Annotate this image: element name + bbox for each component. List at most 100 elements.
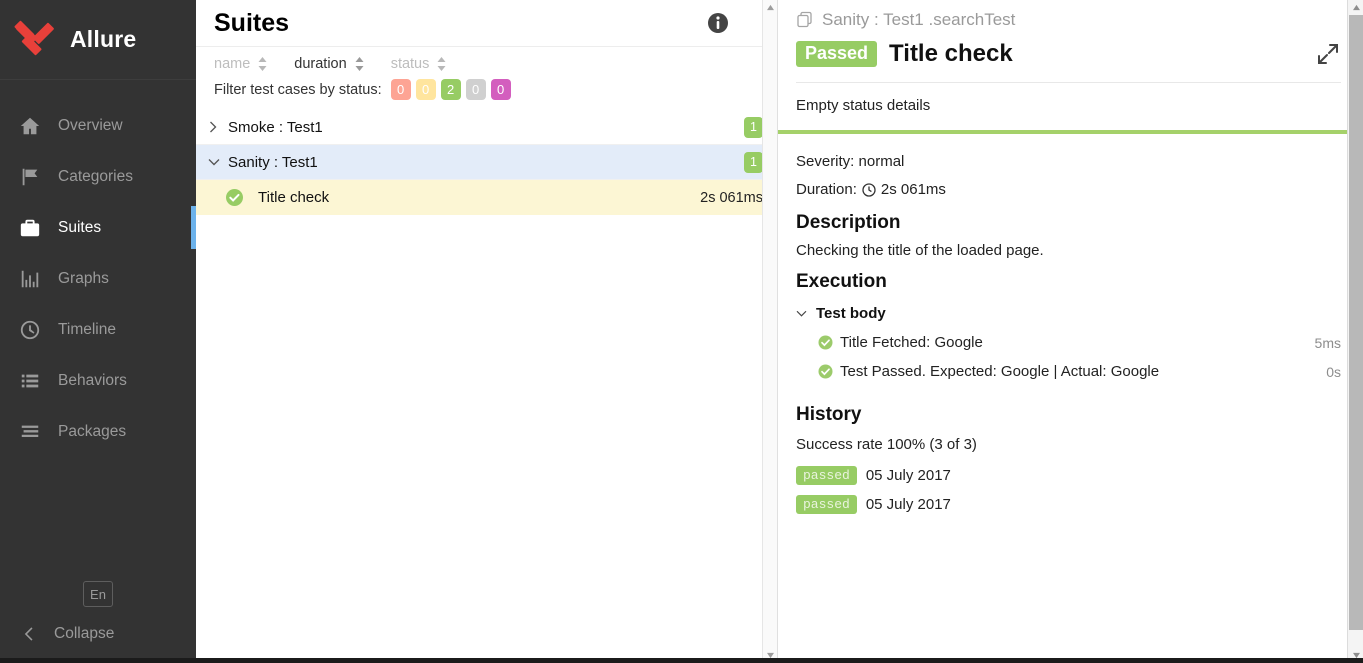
suites-header: Suites — [196, 0, 777, 47]
sort-controls: name duration status — [196, 47, 777, 76]
chevron-right-icon — [208, 121, 222, 133]
tree-scrollbar[interactable] — [762, 0, 777, 663]
sidebar-item-categories[interactable]: Categories — [0, 151, 196, 202]
brand[interactable]: Allure — [0, 0, 196, 80]
history-heading: History — [796, 404, 862, 425]
sort-by-status[interactable]: status — [391, 56, 448, 72]
copy-icon[interactable] — [796, 11, 814, 29]
suite-label: Sanity : Test1 — [228, 153, 318, 171]
table-row[interactable]: Sanity : Test1 1 — [196, 145, 777, 180]
list-item[interactable]: Title check 2s 061ms — [196, 180, 777, 215]
status-badge: Passed — [796, 41, 878, 67]
sidebar-item-suites[interactable]: Suites — [0, 202, 196, 253]
collapse-label: Collapse — [54, 625, 115, 642]
flag-icon — [18, 165, 42, 189]
filter-badge-unknown[interactable]: 0 — [490, 79, 511, 100]
duration-value: 2s 061ms — [880, 181, 946, 198]
status-badge: 1 — [744, 151, 763, 173]
clock-icon — [18, 318, 42, 342]
test-title-row: Passed Title check — [796, 30, 1341, 82]
status-badge: passed — [796, 495, 857, 514]
breadcrumb-text: Sanity : Test1 .searchTest — [822, 10, 1016, 29]
suites-tree: Smoke : Test1 1 Sanity : Test1 1 Title c… — [196, 110, 777, 663]
filter-badge-failed[interactable]: 0 — [390, 79, 411, 100]
language-selector[interactable]: En — [83, 581, 113, 607]
duration-label: Duration: — [796, 181, 857, 198]
status-passed-icon — [226, 189, 243, 206]
severity-text: Severity: normal — [796, 153, 905, 170]
expand-icon[interactable] — [1315, 41, 1341, 67]
sidebar-nav: Overview Categories Suites Graphs Timeli… — [0, 100, 196, 457]
sidebar-item-overview[interactable]: Overview — [0, 100, 196, 151]
test-meta: Severity: normal Duration: 2s 061ms — [796, 134, 1341, 206]
list-item[interactable]: Test Passed. Expected: Google | Actual: … — [796, 357, 1341, 386]
status-passed-icon — [818, 335, 833, 350]
test-body-label: Test body — [816, 305, 886, 322]
sidebar-item-label: Packages — [58, 422, 127, 440]
status-details-text: Empty status details — [796, 97, 931, 114]
list-icon — [18, 369, 42, 393]
status-filter-bar: Filter test cases by status: 0 0 2 0 0 — [196, 76, 777, 110]
scrollbar-thumb[interactable] — [1349, 15, 1363, 630]
collapse-button[interactable]: Collapse — [0, 625, 114, 643]
home-icon — [18, 114, 42, 138]
bar-chart-icon — [18, 267, 42, 291]
table-row[interactable]: Smoke : Test1 1 — [196, 110, 777, 145]
chevron-left-icon — [22, 626, 38, 642]
sort-by-duration[interactable]: duration — [294, 56, 364, 72]
info-icon[interactable] — [707, 12, 729, 34]
step-text: Title Fetched: Google — [840, 334, 983, 351]
duration-line: Duration: 2s 061ms — [796, 178, 1341, 206]
severity-line: Severity: normal — [796, 150, 1341, 178]
step-duration: 5ms — [1314, 334, 1341, 351]
sidebar-item-label: Graphs — [58, 269, 109, 287]
test-case-label: Title check — [258, 189, 330, 206]
brand-name: Allure — [70, 26, 137, 52]
chevron-updown-icon — [257, 56, 268, 72]
list-item[interactable]: Title Fetched: Google 5ms — [796, 328, 1341, 357]
test-body-toggle[interactable]: Test body — [796, 301, 1341, 328]
chevron-updown-icon — [436, 56, 447, 72]
sidebar-item-label: Overview — [58, 116, 123, 134]
status-badge: 1 — [744, 116, 763, 138]
description-text: Checking the title of the loaded page. — [796, 242, 1044, 259]
briefcase-icon — [18, 216, 42, 240]
sidebar-item-timeline[interactable]: Timeline — [0, 304, 196, 355]
filter-badge-passed[interactable]: 2 — [440, 79, 461, 100]
page-title: Suites — [214, 8, 290, 37]
status-passed-icon — [818, 364, 833, 379]
sidebar-item-behaviors[interactable]: Behaviors — [0, 355, 196, 406]
window-bottom-strip — [0, 658, 1363, 663]
list-item[interactable]: passed 05 July 2017 — [796, 490, 1341, 519]
clock-icon — [862, 182, 876, 197]
sidebar-item-graphs[interactable]: Graphs — [0, 253, 196, 304]
test-detail-body: Severity: normal Duration: 2s 061ms Desc… — [778, 134, 1363, 519]
sort-label: name — [214, 56, 251, 72]
suites-tree-panel: Suites name duration status Filter test … — [196, 0, 778, 663]
filter-badge-broken[interactable]: 0 — [415, 79, 436, 100]
scroll-up-arrow-icon[interactable] — [1348, 0, 1363, 15]
scroll-up-arrow-icon[interactable] — [763, 0, 778, 15]
chevron-down-icon — [208, 157, 222, 167]
allure-report-app: Allure Overview Categories Suites Graphs… — [0, 0, 1363, 663]
chevron-down-icon — [796, 309, 808, 318]
suite-label: Smoke : Test1 — [228, 118, 323, 136]
status-badge: passed — [796, 466, 857, 485]
filter-badge-skipped[interactable]: 0 — [465, 79, 486, 100]
test-case-duration: 2s 061ms — [700, 189, 763, 206]
step-duration: 0s — [1326, 363, 1341, 380]
history-success-rate: Success rate 100% (3 of 3) — [796, 436, 977, 453]
sidebar-item-label: Behaviors — [58, 371, 127, 389]
execution-heading: Execution — [796, 271, 887, 292]
breadcrumb: Sanity : Test1 .searchTest — [796, 0, 1341, 30]
sidebar-footer: En Collapse — [0, 581, 196, 663]
history-date: 05 July 2017 — [865, 467, 951, 484]
chevron-updown-icon — [354, 56, 365, 72]
list-item[interactable]: passed 05 July 2017 — [796, 461, 1341, 490]
sidebar-item-packages[interactable]: Packages — [0, 406, 196, 457]
sort-by-name[interactable]: name — [214, 56, 268, 72]
step-text: Test Passed. Expected: Google | Actual: … — [840, 363, 1160, 380]
detail-scrollbar[interactable] — [1347, 0, 1363, 663]
history-date: 05 July 2017 — [865, 496, 951, 513]
sort-label: status — [390, 56, 430, 72]
